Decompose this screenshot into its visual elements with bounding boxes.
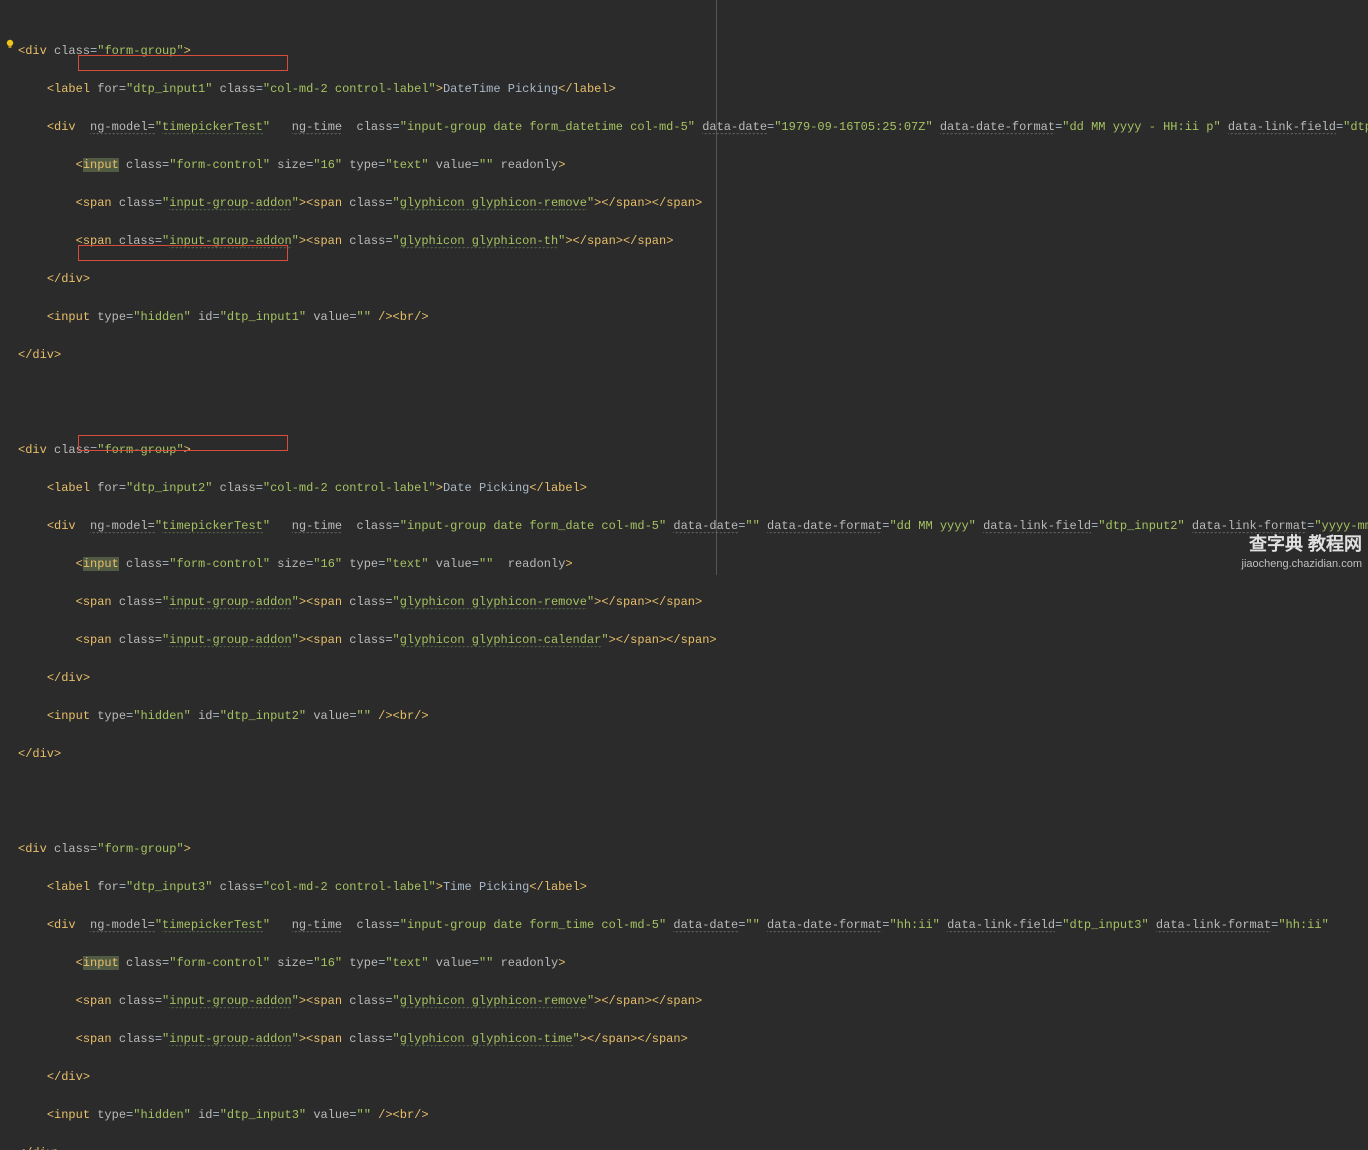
attr-value: dd MM yyyy - HH:ii p bbox=[1069, 120, 1213, 134]
attr-value: 16 bbox=[321, 557, 335, 571]
attr-value: form-control bbox=[176, 956, 262, 970]
readonly-attr: readonly bbox=[501, 158, 559, 172]
attr-value: dtp_input1 bbox=[227, 310, 299, 324]
attr-value: form-group bbox=[104, 842, 176, 856]
ng-model-attr: ng-model= bbox=[90, 918, 155, 934]
attr-value: dtp_input3 bbox=[1070, 918, 1142, 932]
attr-value: input-group-addon bbox=[169, 234, 291, 249]
attr-value: input-group-addon bbox=[169, 595, 291, 610]
code-editor[interactable]: <div class="form-group"> <label for="dtp… bbox=[18, 4, 1368, 1150]
attr-value: glyphicon glyphicon-th bbox=[400, 234, 558, 249]
attr-value: text bbox=[393, 557, 422, 571]
attr-value: yyyy-mm-dd bbox=[1322, 519, 1368, 533]
attr-value: hh:ii bbox=[1286, 918, 1322, 932]
attr-value: input-group-addon bbox=[169, 196, 291, 211]
attr-value: 16 bbox=[321, 956, 335, 970]
attr-value: form-control bbox=[176, 557, 262, 571]
attr-value: glyphicon glyphicon-remove bbox=[400, 196, 587, 211]
ng-model-value: timepickerTest bbox=[162, 120, 263, 135]
attr-value: input-group-addon bbox=[169, 633, 291, 648]
ng-model-value: timepickerTest bbox=[162, 918, 263, 933]
attr-value: input-group-addon bbox=[169, 994, 291, 1009]
ng-time-attr: ng-time bbox=[292, 120, 342, 136]
attr-value: form-group bbox=[104, 44, 176, 58]
attr-value: col-md-2 control-label bbox=[270, 481, 428, 495]
watermark-title: 查字典 教程网 bbox=[1242, 533, 1362, 556]
attr-value: col-md-2 control-label bbox=[270, 880, 428, 894]
attr-value: form-control bbox=[176, 158, 262, 172]
attr-value: hidden bbox=[140, 709, 183, 723]
attr-value: dtp_input2 bbox=[227, 709, 299, 723]
attr-value: text bbox=[393, 158, 422, 172]
gutter bbox=[0, 0, 18, 575]
watermark-url: jiaocheng.chazidian.com bbox=[1242, 557, 1362, 571]
watermark: 查字典 教程网 jiaocheng.chazidian.com bbox=[1242, 533, 1362, 571]
attr-value: dtp_input2 bbox=[133, 481, 205, 495]
attr-value: hidden bbox=[140, 310, 183, 324]
text-node: Date Picking bbox=[443, 481, 529, 495]
attr-value: input-group-addon bbox=[169, 1032, 291, 1047]
attr-value: dtp_input3 bbox=[133, 880, 205, 894]
attr-value: dtp_input2 bbox=[1106, 519, 1178, 533]
attr-value: col-md-2 control-label bbox=[270, 82, 428, 96]
text-node: Time Picking bbox=[443, 880, 529, 894]
attr-value: glyphicon glyphicon-time bbox=[400, 1032, 573, 1047]
ng-time-attr: ng-time bbox=[292, 519, 342, 535]
ng-model-attr: ng-model= bbox=[90, 120, 155, 136]
attr-value: input-group date form_time col-md-5 bbox=[407, 918, 659, 932]
readonly-attr: readonly bbox=[508, 557, 566, 571]
attr-value: dd MM yyyy bbox=[897, 519, 969, 533]
text-node: DateTime Picking bbox=[443, 82, 558, 96]
attr-value: dtp_input1 bbox=[133, 82, 205, 96]
readonly-attr: readonly bbox=[501, 956, 559, 970]
attr-value: dtp_input1 bbox=[1350, 120, 1368, 134]
attr-value: 1979-09-16T05:25:07Z bbox=[781, 120, 925, 134]
ng-model-value: timepickerTest bbox=[162, 519, 263, 534]
attr-value: dtp_input3 bbox=[227, 1108, 299, 1122]
attr-value: glyphicon glyphicon-remove bbox=[400, 994, 587, 1009]
attr-value: glyphicon glyphicon-remove bbox=[400, 595, 587, 610]
attr-value: 16 bbox=[321, 158, 335, 172]
attr-value: form-group bbox=[104, 443, 176, 457]
attr-value: text bbox=[393, 956, 422, 970]
attr-value: glyphicon glyphicon-calendar bbox=[400, 633, 602, 648]
attr-value: input-group date form_datetime col-md-5 bbox=[407, 120, 688, 134]
ng-time-attr: ng-time bbox=[292, 918, 342, 934]
attr-value: hh:ii bbox=[897, 918, 933, 932]
ng-model-attr: ng-model= bbox=[90, 519, 155, 535]
intention-bulb-icon[interactable] bbox=[4, 38, 14, 48]
attr-value: input-group date form_date col-md-5 bbox=[407, 519, 659, 533]
attr-value: hidden bbox=[140, 1108, 183, 1122]
